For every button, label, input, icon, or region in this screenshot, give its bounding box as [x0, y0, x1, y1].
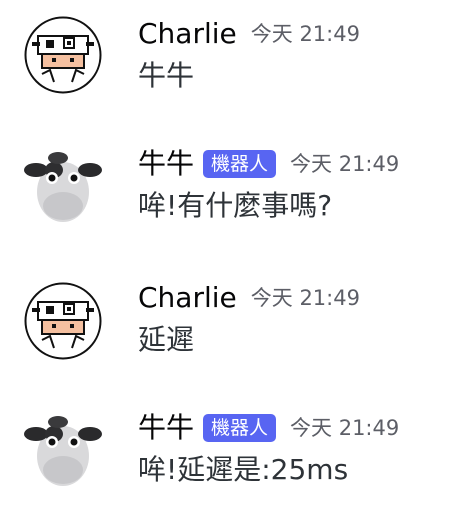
message-timestamp: 今天 21:49 [250, 22, 360, 46]
pixel-cow-avatar-icon [24, 16, 102, 94]
message-timestamp: 今天 21:49 [250, 286, 360, 310]
bot-tag: 機器人 [203, 150, 277, 178]
message-item: 牛牛 機器人 今天 21:49 哞!有什麼事嗎? [0, 130, 467, 250]
message-item: Charlie 今天 21:49 牛牛 [0, 0, 467, 120]
author-name[interactable]: 牛牛 [138, 146, 194, 182]
plush-cow-avatar-icon [24, 152, 102, 222]
message-item: Charlie 今天 21:49 延遲 [0, 264, 467, 384]
message-timestamp: 今天 21:49 [290, 416, 400, 440]
avatar[interactable] [24, 148, 102, 226]
author-name[interactable]: 牛牛 [138, 410, 194, 446]
message-content: 哞!延遲是:25ms [138, 453, 349, 486]
author-name[interactable]: Charlie [138, 280, 237, 316]
message-item: 牛牛 機器人 今天 21:49 哞!延遲是:25ms [0, 394, 467, 524]
avatar[interactable] [24, 412, 102, 490]
message-content: 延遲 [138, 323, 195, 356]
pixel-cow-avatar-icon [24, 282, 102, 360]
plush-cow-avatar-icon [24, 416, 102, 486]
message-content: 哞!有什麼事嗎? [138, 189, 333, 222]
message-content: 牛牛 [138, 59, 195, 92]
avatar[interactable] [24, 282, 102, 360]
avatar[interactable] [24, 16, 102, 94]
bot-tag: 機器人 [203, 414, 277, 442]
message-timestamp: 今天 21:49 [290, 152, 400, 176]
author-name[interactable]: Charlie [138, 16, 237, 52]
